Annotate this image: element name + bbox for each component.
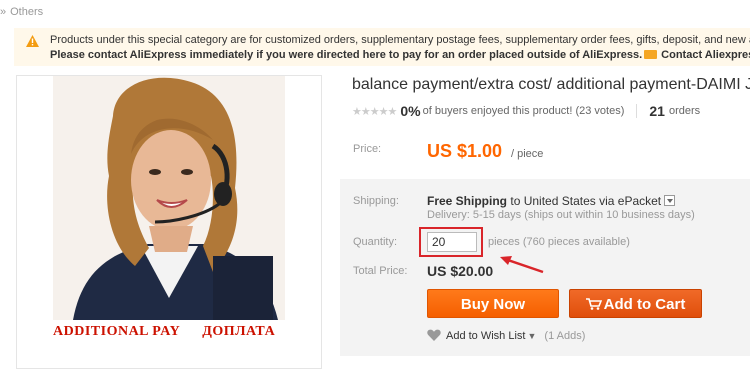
orders-count: 21 [649,103,665,119]
wishlist: Add to Wish List ▼ (1 Adds) [427,329,585,342]
image-caption: ADDITIONAL PAY ДОПЛАТА [53,324,275,340]
chevron-down-icon[interactable]: ▼ [527,331,536,341]
price-unit: / piece [511,148,544,160]
rating-stars[interactable]: ★★★★★ [352,105,398,118]
shipping-info: Free Shipping to United States via ePack… [427,194,676,208]
price-value: US $1.00 [427,141,503,161]
total-value: US $20.00 [427,263,494,279]
mail-icon [644,50,658,59]
shipping-destination[interactable]: United States via ePacket [524,194,661,208]
heart-icon[interactable] [427,329,441,341]
notice-banner: Products under this special category are… [14,28,750,66]
contact-aliexpress-link[interactable]: Contact Aliexpress [661,49,750,61]
cart-icon [585,298,602,310]
quantity-input[interactable] [427,232,477,252]
breadcrumb: » Others [0,6,43,18]
add-to-wishlist-link[interactable]: Add to Wish List [446,330,525,342]
breadcrumb-current[interactable]: Others [10,6,43,18]
total-label: Total Price: [353,265,408,277]
image-caption-en: ADDITIONAL PAY [53,324,181,339]
add-to-cart-label: Add to Cart [603,296,686,313]
buy-now-button[interactable]: Buy Now [427,289,559,318]
product-image-box: ADDITIONAL PAY ДОПЛАТА [16,75,322,369]
star-icon: ★ [387,105,398,118]
price-label: Price: [353,143,382,155]
divider [636,104,638,118]
free-shipping: Free Shipping [427,194,508,208]
quantity-label: Quantity: [353,236,398,248]
orders-label: orders [668,105,701,117]
annotation-arrow-icon [500,256,544,274]
notice-text-line2: Please contact AliExpress immediately if… [50,49,750,61]
breadcrumb-separator: » [0,6,7,18]
delivery-estimate: Delivery: 5-15 days (ships out within 10… [427,209,695,221]
quantity-available: pieces (760 pieces available) [488,236,630,248]
add-to-cart-button[interactable]: Add to Cart [569,289,702,318]
product-photo[interactable] [53,76,285,320]
notice-text: Please contact AliExpress immediately if… [50,49,643,61]
warning-icon [26,35,39,47]
product-title: balance payment/extra cost/ additional p… [352,76,750,93]
wishlist-count: (1 Adds) [544,330,586,342]
rating-row: ★★★★★ 0% of buyers enjoyed this product! (… [352,103,700,121]
rating-percent: 0% [400,103,421,119]
notice-text-line1: Products under this special category are… [50,34,750,46]
rating-text[interactable]: of buyers enjoyed this product! (23 vote… [423,105,625,117]
shipping-to: to [510,194,521,208]
chevron-down-icon[interactable] [664,195,676,206]
shipping-label: Shipping: [353,195,399,207]
image-caption-ru: ДОПЛАТА [202,324,276,339]
